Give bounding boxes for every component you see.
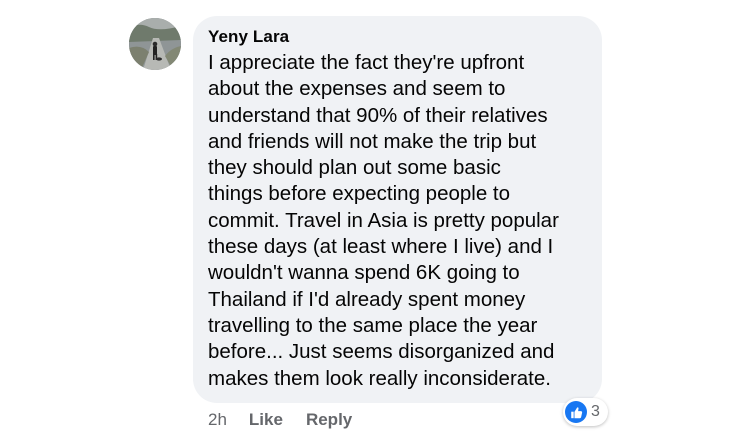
- comment-line: Thailand if I'd already spent money: [208, 287, 526, 311]
- comment-line: before... Just seems disorganized and: [208, 340, 555, 364]
- comment-line: things before expecting people to: [208, 182, 511, 206]
- comment-line: about the expenses and seem to: [208, 77, 506, 101]
- comment-line: I appreciate the fact they're upfront: [208, 51, 525, 74]
- comment-line: they should plan out some basic: [208, 156, 501, 180]
- comment-line: travelling to the same place the year: [208, 313, 538, 337]
- reaction-summary[interactable]: 3: [563, 398, 608, 426]
- avatar[interactable]: [129, 18, 181, 70]
- comment-line: wouldn't wanna spend 6K going to: [208, 261, 520, 285]
- comment-line: makes them look really inconsiderate.: [208, 366, 551, 390]
- comment-line: these days (at least where I live) and I: [208, 235, 554, 259]
- comment-text: I appreciate the fact they're upfront ab…: [208, 50, 588, 392]
- like-button[interactable]: Like: [249, 410, 283, 430]
- reaction-count: 3: [591, 403, 600, 420]
- comment: Yeny Lara I appreciate the fact they're …: [0, 0, 730, 432]
- comment-line: commit. Travel in Asia is pretty popular: [208, 208, 559, 232]
- comment-actions: 2h Like Reply: [208, 409, 375, 431]
- comment-line: and friends will not make the trip but: [208, 129, 537, 153]
- comment-bubble: Yeny Lara I appreciate the fact they're …: [193, 16, 602, 403]
- avatar-image: [129, 18, 181, 70]
- reply-button[interactable]: Reply: [306, 410, 352, 430]
- comment-author[interactable]: Yeny Lara: [208, 26, 588, 48]
- thumbs-up-icon: [565, 401, 587, 423]
- comment-timestamp[interactable]: 2h: [208, 410, 227, 430]
- comment-line: understand that 90% of their relatives: [208, 103, 548, 127]
